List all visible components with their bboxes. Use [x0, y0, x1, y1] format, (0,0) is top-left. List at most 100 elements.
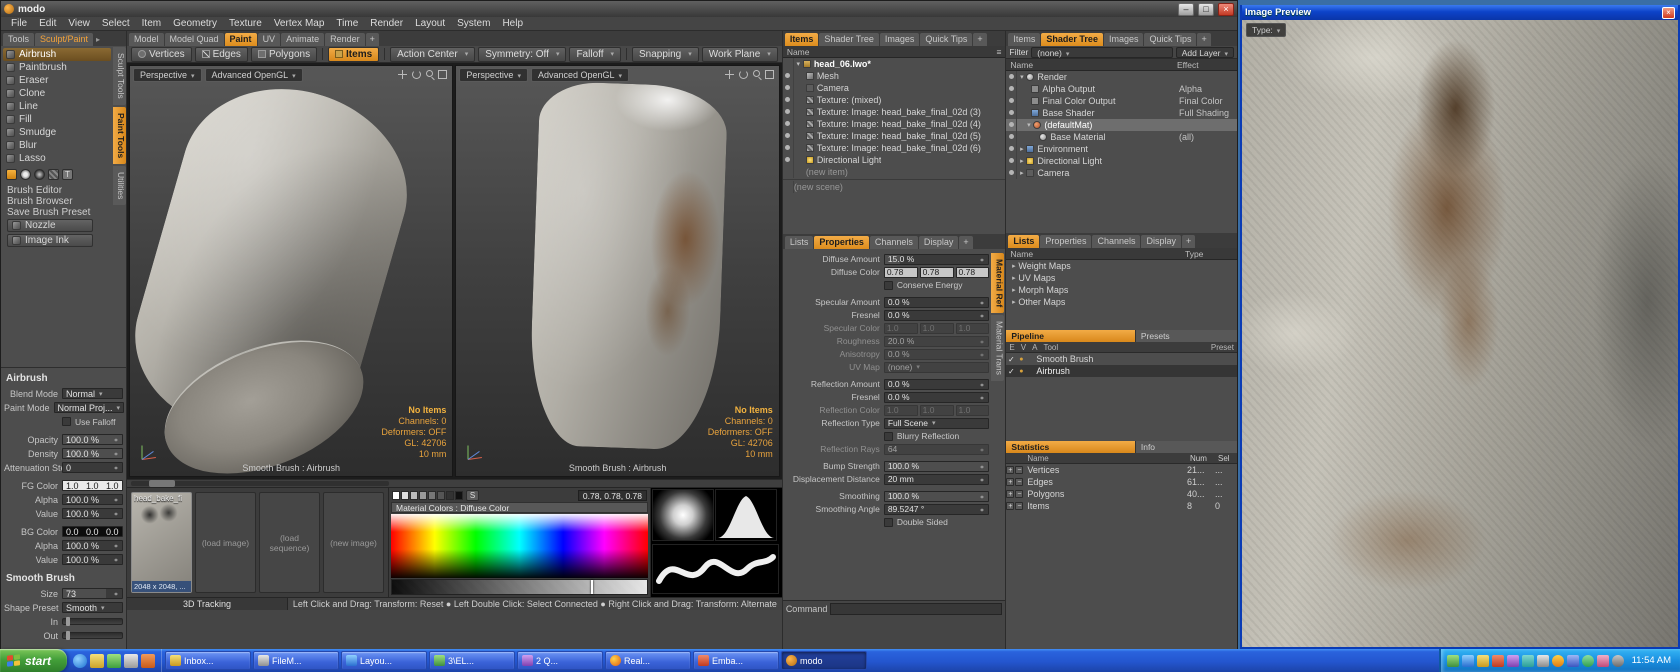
double-sided-checkbox[interactable] [884, 518, 893, 527]
quick-launch-explorer-icon[interactable] [124, 654, 138, 668]
visibility-eye-icon[interactable] [785, 97, 790, 102]
visibility-eye-icon[interactable] [785, 157, 790, 162]
list-row-morph-maps[interactable]: ▸Morph Maps [1006, 284, 1237, 296]
save-brush-preset-link[interactable]: Save Brush Preset [3, 206, 111, 217]
stepper-icon[interactable] [978, 311, 985, 320]
reflection-rays-field[interactable]: 64 [884, 444, 990, 455]
tab-properties[interactable]: Properties [814, 236, 869, 249]
specular-amount-field[interactable]: 0.0 % [884, 297, 990, 308]
vtab-sculpt-tools[interactable]: Sculpt Tools [113, 47, 126, 105]
brush-browser-link[interactable]: Brush Browser [3, 195, 111, 206]
visibility-eye-icon[interactable] [785, 85, 790, 90]
tray-icon[interactable] [1462, 655, 1474, 667]
tab-display[interactable]: Display [1141, 235, 1181, 248]
tool-paintbrush[interactable]: Paintbrush [3, 61, 111, 74]
minimize-button[interactable]: – [1178, 3, 1194, 16]
quick-launch-mail-icon[interactable] [90, 654, 104, 668]
visibility-eye-icon[interactable] [785, 145, 790, 150]
stepper-icon[interactable] [978, 462, 985, 471]
anisotropy-field[interactable]: 0.0 % [884, 349, 990, 360]
tab-sculpt-paint[interactable]: Sculpt/Paint [35, 33, 93, 46]
value-preset-swatch[interactable] [392, 491, 400, 500]
add-tab-button[interactable]: + [1182, 235, 1195, 248]
menu-layout[interactable]: Layout [409, 17, 451, 30]
start-button[interactable]: start [0, 649, 67, 672]
column-name[interactable]: Name [1010, 60, 1033, 70]
viewport-left[interactable]: Perspective Advanced OpenGL No Items Cha… [129, 65, 453, 477]
add-tab-button[interactable]: + [366, 33, 379, 46]
add-icon[interactable]: + [1006, 490, 1014, 498]
shader-row-alpha-output[interactable]: Alpha OutputAlpha [1006, 83, 1237, 95]
menu-select[interactable]: Select [96, 17, 136, 30]
stepper-icon[interactable] [112, 435, 119, 444]
reflection-type-dropdown[interactable]: Full Scene [884, 418, 990, 429]
list-row-other-maps[interactable]: ▸Other Maps [1006, 296, 1237, 308]
vtab-material-trans[interactable]: Material Trans [991, 315, 1004, 381]
tool-smudge[interactable]: Smudge [3, 126, 111, 139]
shader-row-render[interactable]: ▾Render [1006, 71, 1237, 83]
work-plane-dropdown[interactable]: Work Plane [702, 47, 778, 62]
opacity-field[interactable]: 100.0 % [62, 434, 123, 445]
specular-color-r-field[interactable]: 1.0 [884, 323, 918, 334]
add-tab-button[interactable]: + [1197, 33, 1210, 46]
polygons-mode-button[interactable]: Polygons [251, 47, 317, 62]
stepper-icon[interactable] [978, 380, 985, 389]
close-button[interactable]: × [1218, 3, 1234, 16]
tray-icon[interactable] [1582, 655, 1594, 667]
menu-render[interactable]: Render [364, 17, 409, 30]
column-effect[interactable]: Effect [1177, 60, 1233, 70]
load-image-slot[interactable]: (load image) [195, 492, 256, 593]
tray-icon[interactable] [1537, 655, 1549, 667]
brush-falloff-curve[interactable] [715, 489, 777, 541]
visibility-eye-icon[interactable] [1009, 122, 1014, 127]
fg-alpha-field[interactable]: 100.0 % [62, 494, 123, 505]
visible-dot-icon[interactable]: ● [1016, 356, 1026, 363]
task-realplayer[interactable]: Real... [605, 651, 691, 670]
tab-shader-tree[interactable]: Shader Tree [1041, 33, 1103, 46]
command-input[interactable] [830, 603, 1002, 615]
specular-fresnel-field[interactable]: 0.0 % [884, 310, 990, 321]
load-sequence-slot[interactable]: (load sequence) [259, 492, 320, 593]
stats-row-polygons[interactable]: +−Polygons40...... [1006, 488, 1237, 500]
task-modo[interactable]: modo [781, 651, 867, 670]
tray-icon[interactable] [1507, 655, 1519, 667]
tab-model-quad[interactable]: Model Quad [165, 33, 224, 46]
mesh-object[interactable] [528, 81, 729, 451]
tab-quick-tips[interactable]: Quick Tips [1144, 33, 1196, 46]
smoothing-angle-field[interactable]: 89.5247 ° [884, 504, 990, 515]
tab-model[interactable]: Model [129, 33, 164, 46]
stats-row-items[interactable]: +−Items80 [1006, 500, 1237, 512]
tree-row-texture[interactable]: Texture: Image: head_bake_final_02d (5) [783, 130, 1006, 142]
tray-icon[interactable] [1597, 655, 1609, 667]
presets-title[interactable]: Presets [1135, 330, 1237, 342]
maximize-button[interactable]: □ [1198, 3, 1214, 16]
shader-row-camera[interactable]: ▸Camera [1006, 167, 1237, 179]
task-inbox[interactable]: Inbox... [165, 651, 251, 670]
value-preset-swatch[interactable] [410, 491, 418, 500]
menu-file[interactable]: File [5, 17, 33, 30]
view-type-dropdown[interactable]: Perspective [133, 68, 202, 82]
tab-display[interactable]: Display [919, 236, 959, 249]
stepper-icon[interactable] [978, 393, 985, 402]
soft-brush-tip-icon[interactable] [20, 169, 31, 180]
menu-item[interactable]: Item [136, 17, 167, 30]
visibility-eye-icon[interactable] [1009, 74, 1014, 79]
tab-images[interactable]: Images [1104, 33, 1144, 46]
remove-icon[interactable]: − [1015, 502, 1023, 510]
tray-icon[interactable] [1492, 655, 1504, 667]
reflection-color-r-field[interactable]: 1.0 [884, 405, 918, 416]
paint-mode-dropdown[interactable]: Normal Proj... [54, 402, 125, 413]
tool-blur[interactable]: Blur [3, 139, 111, 152]
menu-time[interactable]: Time [330, 17, 364, 30]
tab-items[interactable]: Items [785, 33, 819, 46]
shader-row-final-color-output[interactable]: Final Color OutputFinal Color [1006, 95, 1237, 107]
shader-row-directional-light[interactable]: ▸Directional Light [1006, 155, 1237, 167]
shader-row-default-mat[interactable]: ▾(defaultMat) [1006, 119, 1237, 131]
stepper-icon[interactable] [112, 509, 119, 518]
pipeline-title[interactable]: Pipeline [1006, 330, 1134, 342]
stepper-icon[interactable] [112, 541, 119, 550]
tab-shader-tree[interactable]: Shader Tree [819, 33, 879, 46]
menu-help[interactable]: Help [496, 17, 529, 30]
shape-preset-dropdown[interactable]: Smooth [62, 602, 123, 613]
view-type-dropdown[interactable]: Perspective [459, 68, 528, 82]
